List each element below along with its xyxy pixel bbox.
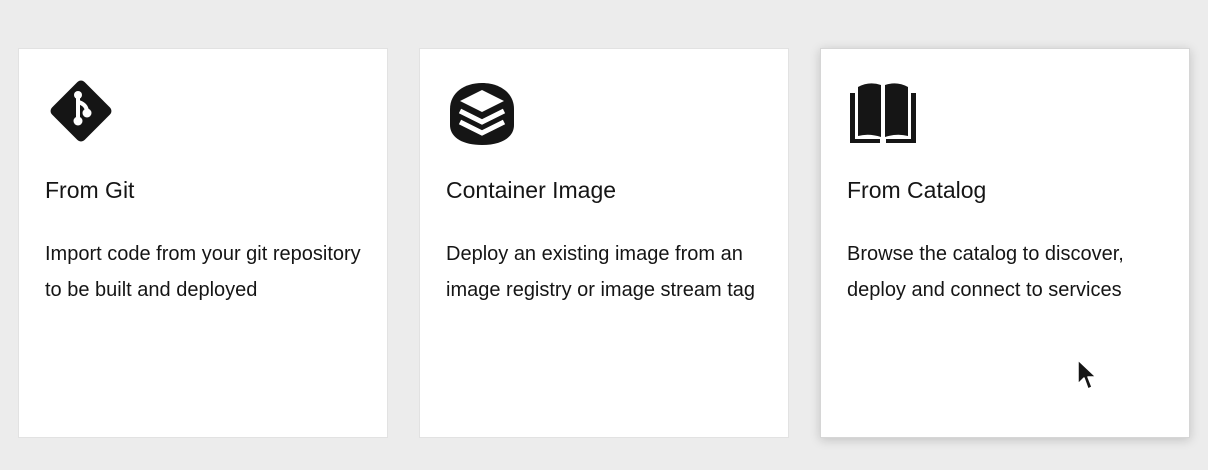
- from-git-description: Import code from your git repository to …: [45, 243, 361, 301]
- from-catalog-description: Browse the catalog to discover, deploy a…: [847, 243, 1124, 301]
- from-git-card[interactable]: From Git Import code from your git repos…: [18, 48, 388, 438]
- container-image-description: Deploy an existing image from an image r…: [446, 243, 756, 301]
- from-git-title: From Git: [45, 177, 135, 203]
- from-catalog-card[interactable]: From Catalog Browse the catalog to disco…: [820, 48, 1190, 438]
- add-options-grid: From Git Import code from your git repos…: [18, 48, 1194, 440]
- container-image-title: Container Image: [446, 177, 617, 203]
- book-icon: [850, 83, 916, 143]
- git-icon: [50, 80, 112, 142]
- layers-icon: [450, 83, 514, 145]
- from-catalog-title: From Catalog: [847, 177, 987, 203]
- container-image-card[interactable]: Container Image Deploy an existing image…: [419, 48, 789, 438]
